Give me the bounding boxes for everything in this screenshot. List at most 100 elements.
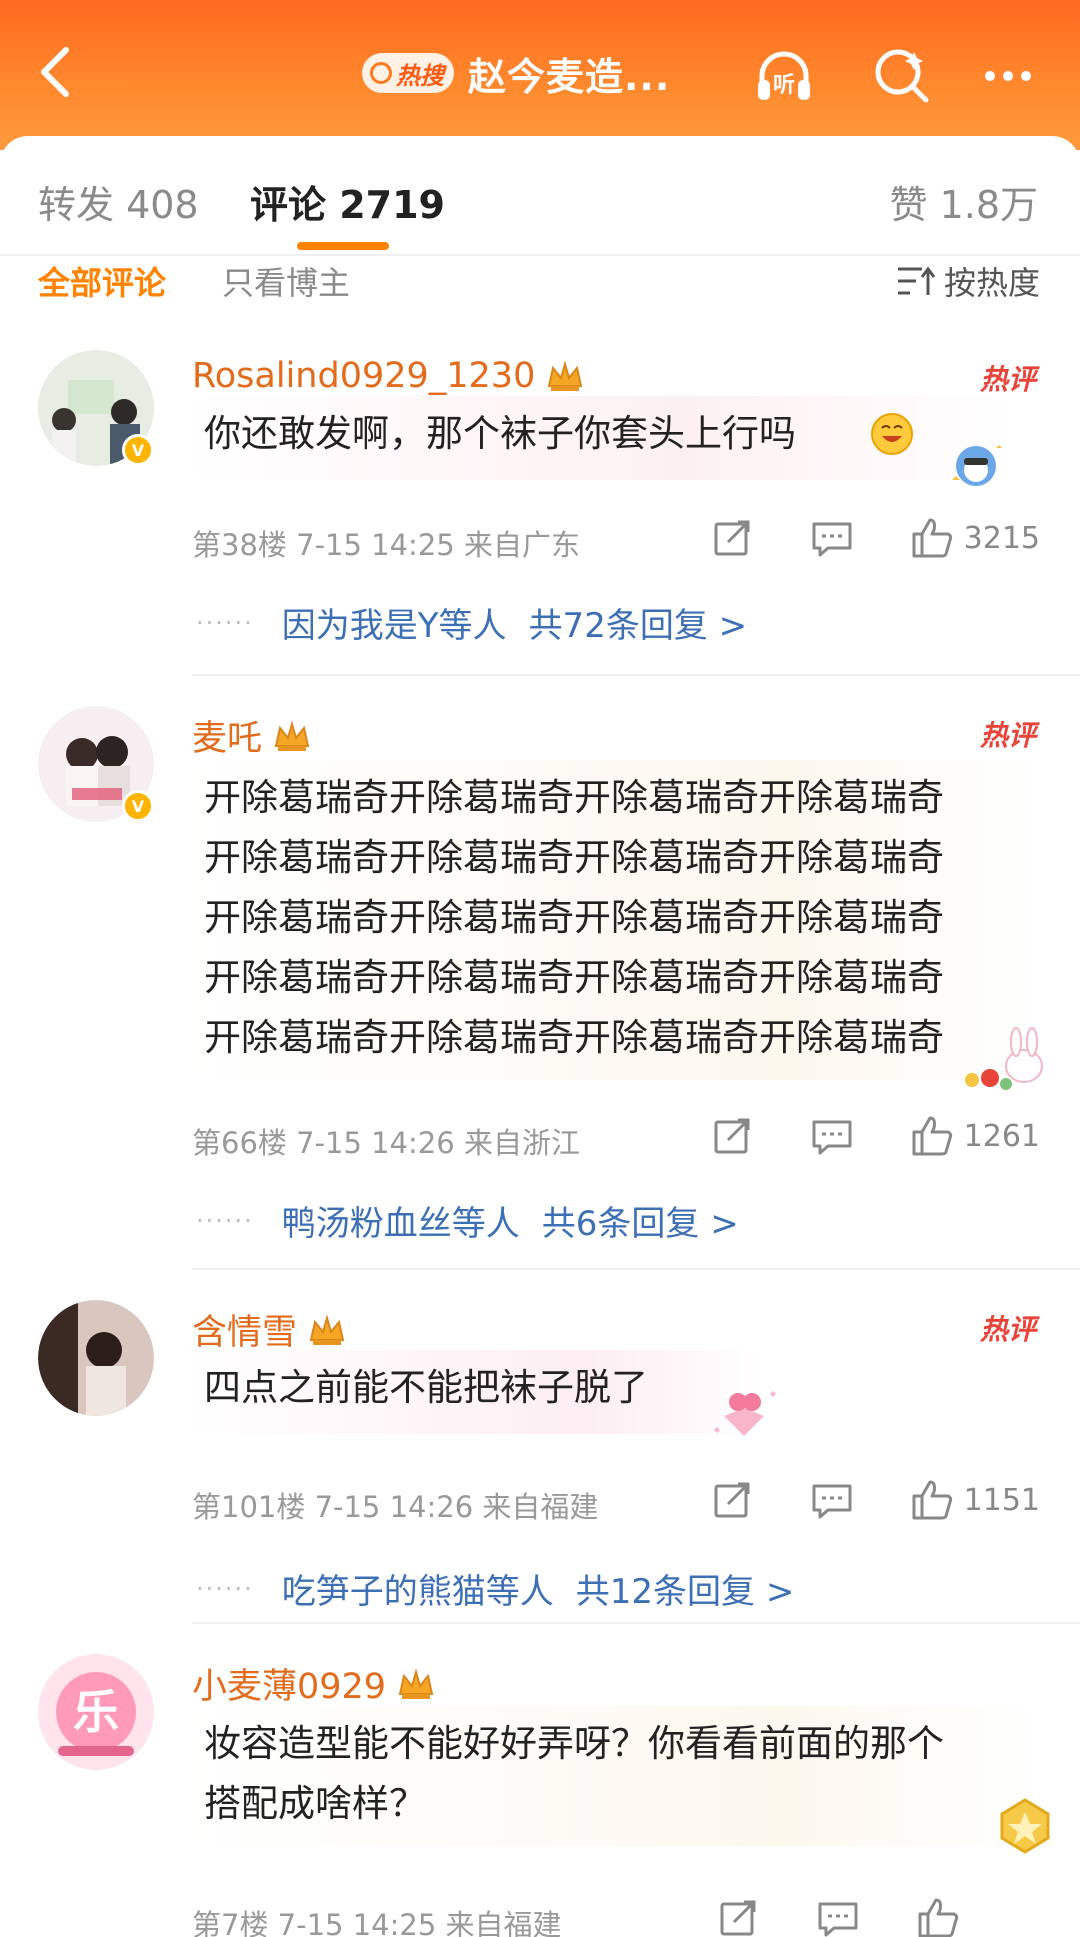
reply-button[interactable]: [810, 1478, 854, 1522]
reply-count: 共6条回复 >: [541, 1204, 739, 1244]
avatar-image: 乐: [38, 1654, 154, 1770]
username-text: 小麦薄0929: [192, 1667, 387, 1707]
page-title: 赵今麦造...: [468, 54, 671, 99]
share-icon: [714, 1482, 750, 1518]
more-button[interactable]: [976, 44, 1040, 108]
back-button[interactable]: [28, 42, 84, 102]
comment-actions: 1261: [710, 1114, 1040, 1158]
username-text: 麦吒: [192, 719, 263, 759]
tab-like[interactable]: 赞 1.8万: [889, 174, 1038, 229]
comment-text-line: 开除葛瑞奇开除葛瑞奇开除葛瑞奇开除葛瑞奇: [204, 956, 944, 999]
hot-comment-badge: 热评: [979, 1313, 1036, 1346]
replies-link[interactable]: ······ 鸭汤粉血丝等人 共6条回复 >: [196, 1196, 739, 1245]
crown-badge-icon: [307, 1312, 347, 1348]
reply-dots: ······: [196, 1206, 254, 1235]
tab-repost[interactable]: 转发 408: [38, 174, 199, 229]
laugh-emoji-icon: [871, 413, 913, 455]
sort-icon: [897, 266, 936, 295]
divider: [0, 254, 1080, 256]
comment-meta: 第7楼 7-15 14:25 来自福建: [192, 1908, 562, 1937]
filter-all-comments[interactable]: 全部评论: [38, 258, 166, 304]
crown-badge-icon: [545, 358, 585, 394]
verified-badge-icon: V: [122, 790, 154, 822]
comment-actions: 3215: [710, 516, 1040, 560]
sort-by-hot-button[interactable]: 按热度: [896, 258, 1040, 304]
comment-icon: [818, 1902, 858, 1937]
username-text: 含情雪: [192, 1313, 298, 1353]
comment-text-line: 开除葛瑞奇开除葛瑞奇开除葛瑞奇开除葛瑞奇: [204, 836, 944, 879]
comment-icon: [812, 1484, 852, 1519]
header-bar: 热搜 赵今麦造... 听: [0, 0, 1080, 150]
comment-bubble: 开除葛瑞奇开除葛瑞奇开除葛瑞奇开除葛瑞奇 开除葛瑞奇开除葛瑞奇开除葛瑞奇开除葛瑞…: [184, 760, 1044, 1080]
avatar[interactable]: 乐: [38, 1654, 154, 1770]
hot-comment-badge: 热评: [979, 719, 1036, 752]
hot-search-tag[interactable]: 热搜: [362, 53, 454, 93]
reply-names: 吃笋子的熊猫等人: [281, 1572, 554, 1612]
replies-link[interactable]: ······ 吃笋子的熊猫等人 共12条回复 >: [196, 1564, 794, 1613]
listen-button[interactable]: 听: [752, 44, 816, 108]
comment-text-line: 开除葛瑞奇开除葛瑞奇开除葛瑞奇开除葛瑞奇: [204, 776, 944, 819]
share-button[interactable]: [710, 1478, 754, 1522]
bunny-sticker-icon: [965, 1027, 1043, 1090]
hot-comment-badge: 热评: [979, 363, 1036, 396]
like-count: 1151: [963, 1482, 1040, 1518]
username[interactable]: Rosalind0929_1230: [192, 356, 585, 396]
comment-actions: [716, 1896, 960, 1937]
like-count: 1261: [963, 1118, 1040, 1154]
filter-bar: 全部评论 只看博主 按热度: [0, 258, 1080, 328]
search-icon: [875, 49, 929, 103]
username[interactable]: 含情雪: [192, 1304, 347, 1355]
comment-icon: [812, 1120, 852, 1155]
comment-text-line: 开除葛瑞奇开除葛瑞奇开除葛瑞奇开除葛瑞奇: [204, 896, 944, 939]
reply-names: 因为我是Y等人: [281, 606, 507, 646]
like-button[interactable]: 1261: [910, 1114, 1040, 1158]
like-button[interactable]: 1151: [910, 1478, 1040, 1522]
search-icon: [370, 62, 392, 84]
comment-text-line: 妆容造型能不能好好弄呀？你看看前面的那个: [204, 1722, 944, 1765]
comment-text: 四点之前能不能把袜子脱了: [204, 1366, 648, 1409]
thumbs-up-icon: [918, 1898, 959, 1937]
avatar[interactable]: V: [38, 350, 154, 466]
avatar[interactable]: [38, 1300, 154, 1416]
comment-meta: 第101楼 7-15 14:26 来自福建: [192, 1490, 599, 1524]
share-icon: [720, 1900, 756, 1936]
comment-text-line: 搭配成啥样？: [204, 1782, 426, 1825]
sort-label: 按热度: [943, 264, 1040, 302]
tab-comment[interactable]: 评论 2719: [250, 174, 445, 229]
comment-icon: [812, 522, 852, 557]
bird-sticker-icon: [952, 445, 1002, 486]
share-button[interactable]: [710, 516, 754, 560]
filter-blogger-only[interactable]: 只看博主: [222, 258, 350, 304]
share-button[interactable]: [716, 1896, 760, 1937]
reply-dots: ······: [196, 608, 254, 637]
share-icon: [714, 1118, 750, 1154]
comment-meta: 第38楼 7-15 14:25 来自广东: [192, 528, 580, 562]
username[interactable]: 麦吒: [192, 710, 312, 761]
reply-button[interactable]: [810, 1114, 854, 1158]
thumbs-up-icon: [912, 1116, 952, 1156]
comment-bubble: 妆容造型能不能好好弄呀？你看看前面的那个 搭配成啥样？: [184, 1706, 1044, 1846]
share-button[interactable]: [710, 1114, 754, 1158]
comment-meta: 第66楼 7-15 14:26 来自浙江: [192, 1126, 580, 1160]
verified-badge-icon: V: [122, 434, 154, 466]
reply-button[interactable]: [810, 516, 854, 560]
like-count: 3215: [963, 520, 1040, 556]
like-button[interactable]: [916, 1896, 960, 1937]
replies-link[interactable]: ······ 因为我是Y等人 共72条回复 >: [196, 598, 747, 647]
header-title-group[interactable]: 热搜 赵今麦造...: [362, 48, 671, 99]
reply-count: 共12条回复 >: [575, 1572, 795, 1612]
share-icon: [714, 520, 750, 556]
reply-count: 共72条回复 >: [528, 606, 748, 646]
username[interactable]: 小麦薄0929: [192, 1658, 436, 1709]
avatar[interactable]: V: [38, 706, 154, 822]
avatar-image: [38, 1300, 154, 1416]
comment-bubble: 四点之前能不能把袜子脱了: [184, 1350, 764, 1434]
reply-button[interactable]: [816, 1896, 860, 1937]
comment-actions: 1151: [710, 1478, 1040, 1522]
thumbs-up-icon: [912, 518, 952, 558]
comment-text-line: 开除葛瑞奇开除葛瑞奇开除葛瑞奇开除葛瑞奇: [204, 1016, 944, 1059]
like-button[interactable]: 3215: [910, 516, 1040, 560]
crown-badge-icon: [396, 1666, 436, 1702]
divider: [192, 1622, 1080, 1624]
search-button[interactable]: [870, 44, 934, 108]
